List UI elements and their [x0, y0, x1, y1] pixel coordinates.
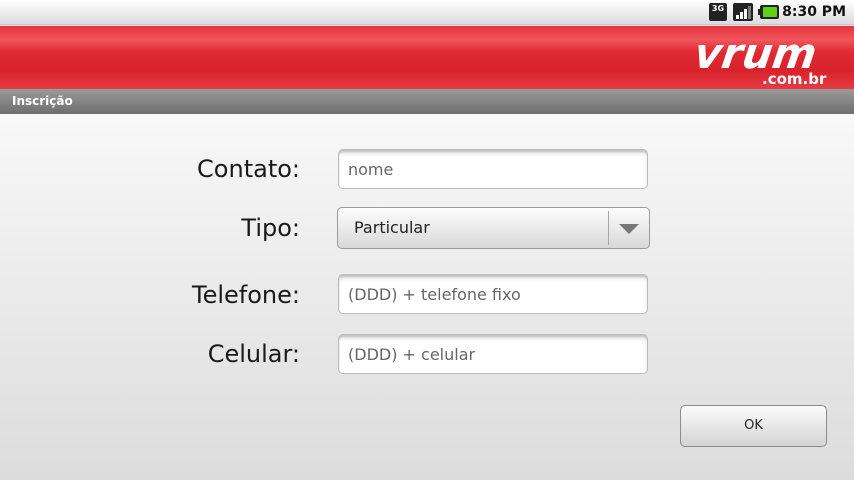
dropdown-divider	[608, 211, 609, 245]
telefone-field[interactable]	[338, 274, 648, 314]
chevron-down-icon	[619, 224, 639, 234]
network-3g-icon: 3G	[709, 3, 727, 21]
battery-icon	[758, 5, 779, 19]
celular-label: Celular:	[207, 340, 300, 368]
telefone-label: Telefone:	[192, 281, 300, 309]
clock: 8:30 PM	[782, 4, 846, 20]
contato-input[interactable]	[339, 150, 647, 188]
signal-icon	[733, 3, 753, 21]
celular-input[interactable]	[339, 335, 647, 373]
tipo-selected-value: Particular	[354, 218, 430, 237]
title-bar: Inscrição	[0, 89, 854, 114]
status-bar: 3G 8:30 PM	[0, 0, 854, 25]
tipo-label: Tipo:	[241, 214, 300, 242]
contato-field[interactable]	[338, 149, 648, 189]
contato-label: Contato:	[197, 155, 300, 183]
tipo-dropdown[interactable]: Particular	[337, 207, 650, 249]
vrum-logo: vrum .com.br	[696, 30, 827, 88]
brand-header: vrum .com.br	[0, 26, 854, 89]
svg-text:.com.br: .com.br	[762, 70, 827, 88]
network-badge: 3G	[711, 4, 725, 13]
page-title: Inscrição	[12, 94, 73, 108]
celular-field[interactable]	[338, 334, 648, 374]
ok-button[interactable]: OK	[680, 405, 827, 447]
telefone-input[interactable]	[339, 275, 647, 313]
